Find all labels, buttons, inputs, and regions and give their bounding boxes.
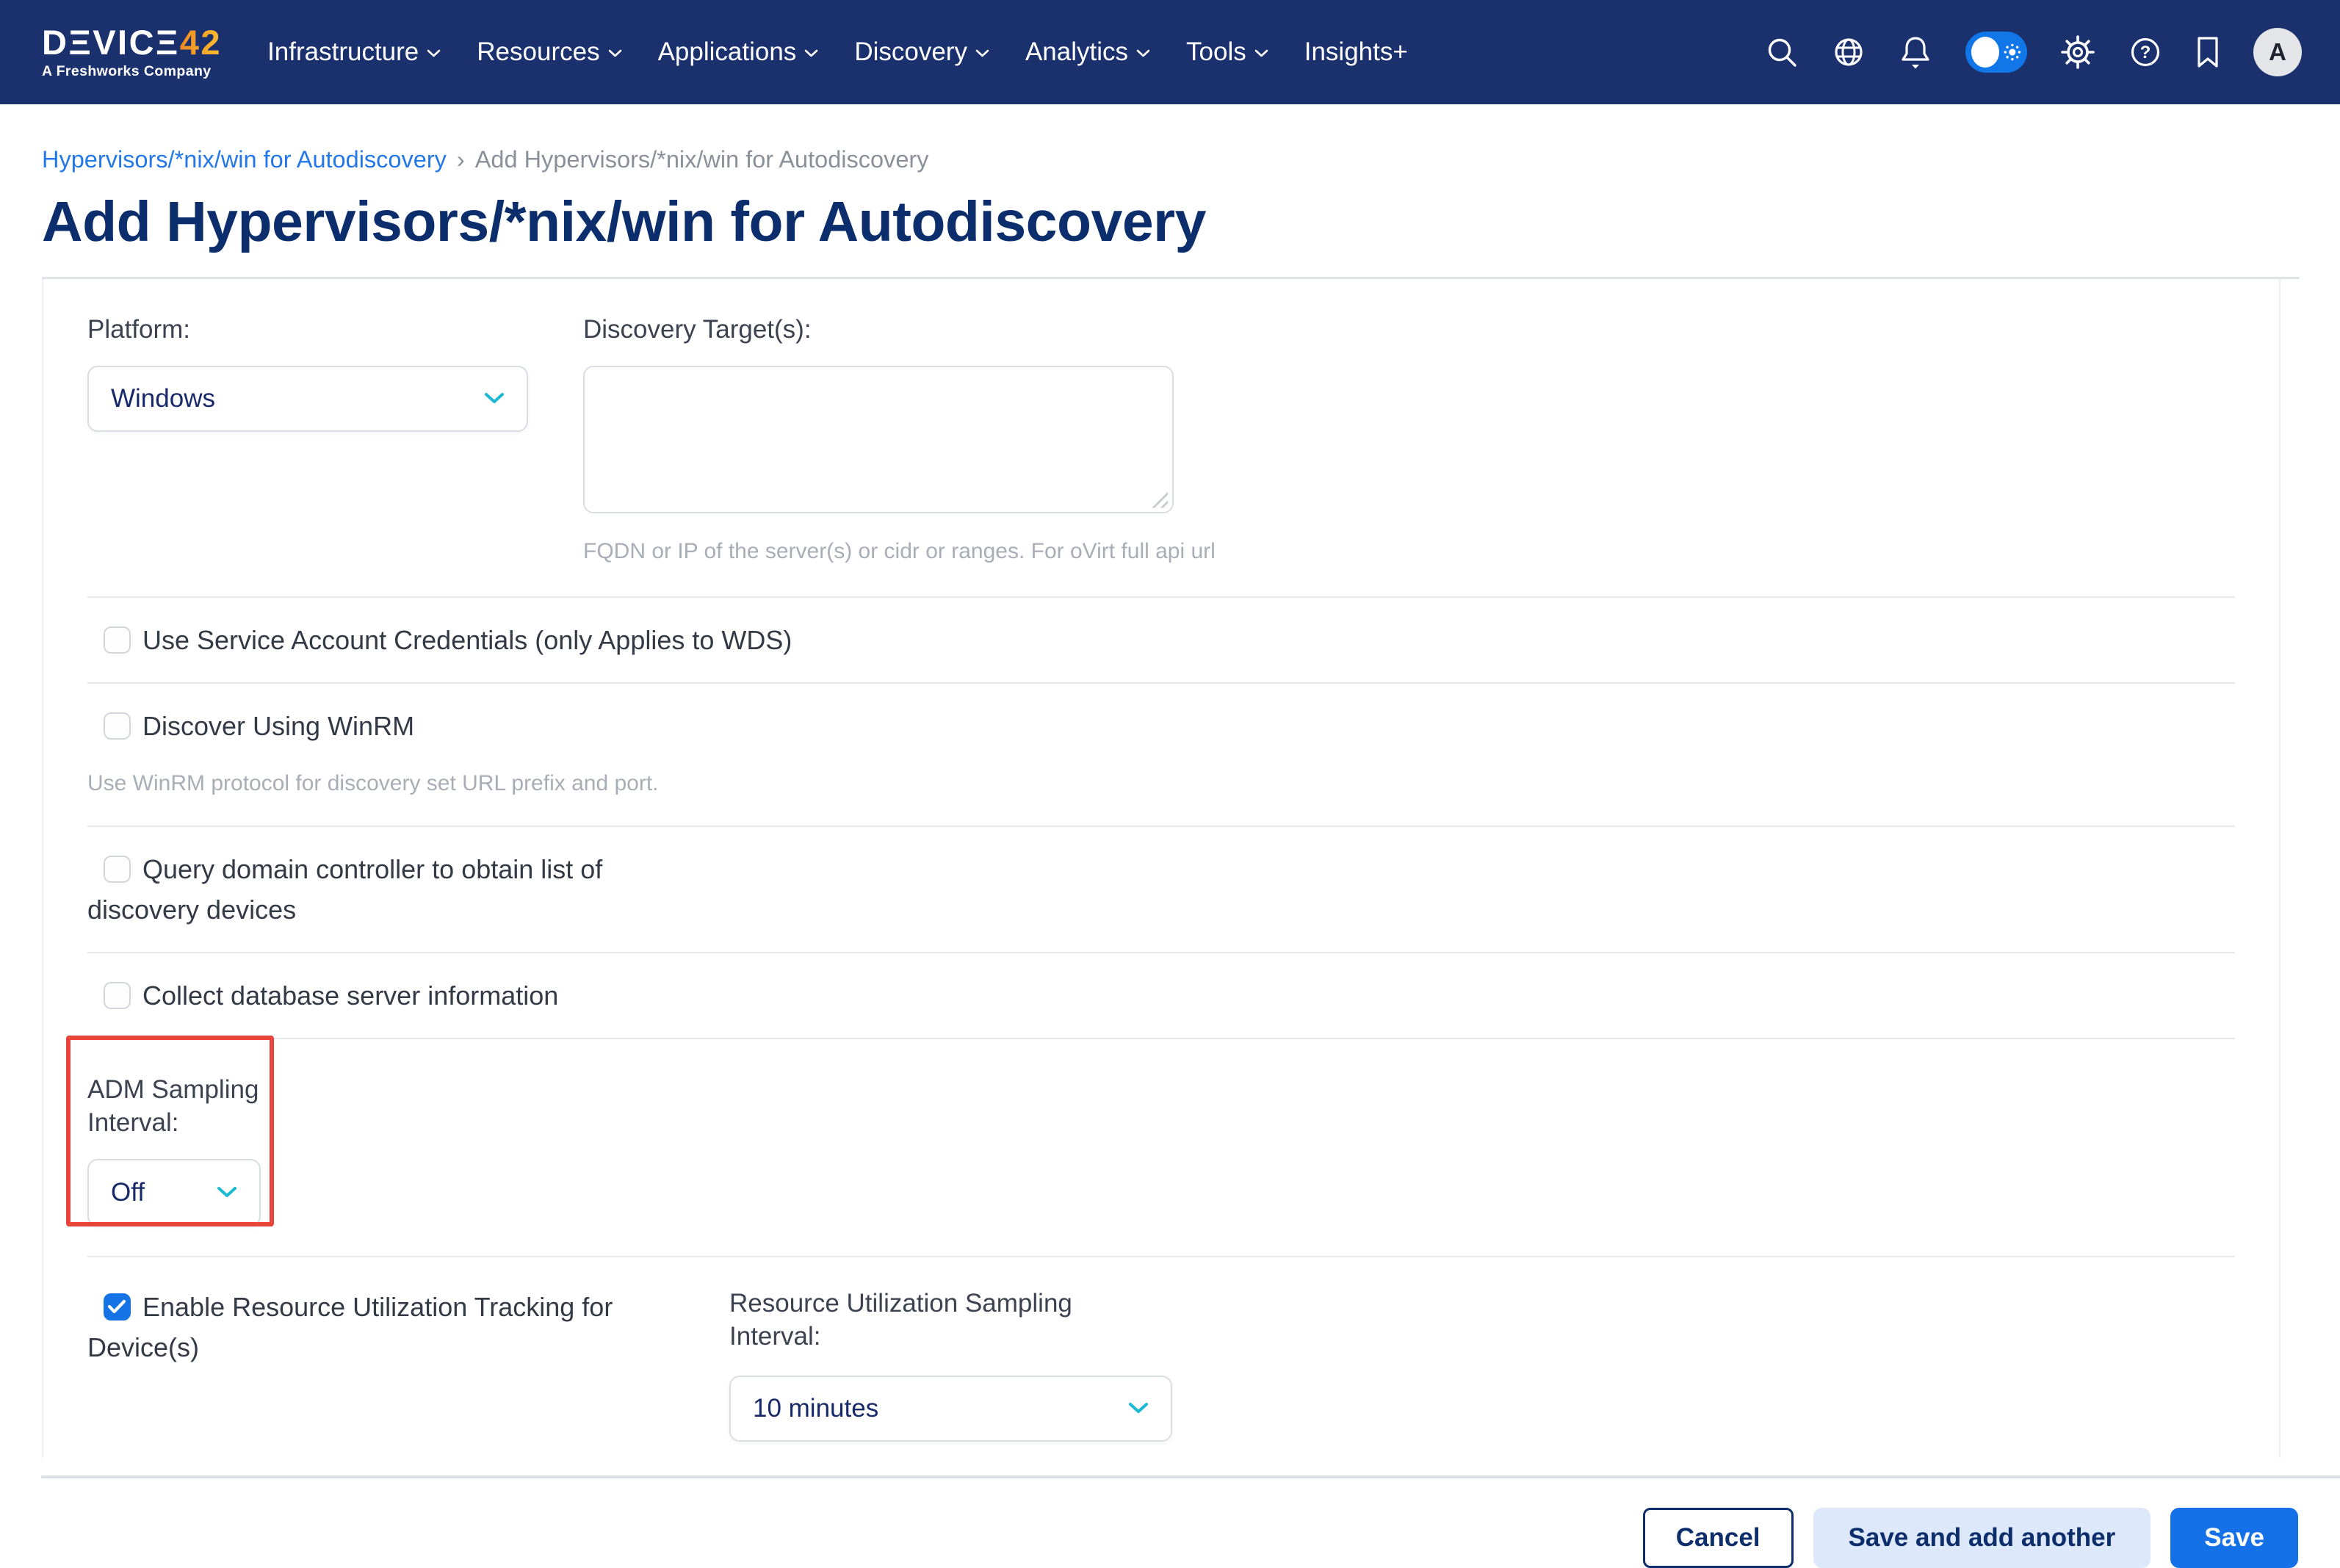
platform-targets-row: Platform: Windows Discovery Target(s): F… — [87, 279, 2235, 596]
chevron-down-icon — [975, 49, 989, 58]
discovery-targets-field-group: Discovery Target(s): FQDN or IP of the s… — [583, 313, 1216, 564]
checkbox-text: Discover Using WinRM — [142, 711, 414, 741]
nav-item-label: Discovery — [854, 37, 967, 67]
platform-select[interactable]: Windows — [87, 366, 528, 432]
sun-icon — [2004, 43, 2021, 62]
chevron-down-icon — [217, 1186, 237, 1199]
footer-divider — [41, 1475, 2340, 1478]
nav-item-label: Applications — [658, 37, 797, 67]
resource-sampling-select-value: 10 minutes — [753, 1394, 878, 1423]
breadcrumb-link-hypervisors[interactable]: Hypervisors/*nix/win for Autodiscovery — [42, 146, 447, 173]
checkbox-text: Enable Resource Utilization Tracking for… — [87, 1292, 613, 1362]
user-avatar[interactable]: A — [2253, 28, 2302, 76]
notifications-bell-icon[interactable] — [1899, 35, 1932, 70]
chevron-down-icon — [484, 392, 505, 405]
winrm-helper: Use WinRM protocol for discovery set URL… — [87, 771, 2235, 796]
bookmark-icon[interactable] — [2195, 35, 2220, 69]
checkbox-text: Collect database server information — [142, 980, 558, 1011]
discovery-targets-helper: FQDN or IP of the server(s) or cidr or r… — [583, 539, 1216, 564]
resource-tracking-group: Enable Resource Utilization Tracking for… — [87, 1287, 729, 1442]
service-account-checkbox[interactable] — [104, 626, 131, 654]
settings-gear-icon[interactable] — [2060, 35, 2095, 70]
query-domain-checkbox-label[interactable]: Query domain controller to obtain list o… — [87, 849, 675, 930]
search-icon[interactable] — [1765, 35, 1799, 69]
header-actions: ? A — [1765, 28, 2302, 76]
nav-item-label: Insights+ — [1304, 37, 1408, 67]
discovery-targets-textarea[interactable] — [583, 366, 1174, 513]
nav-item-resources[interactable]: Resources — [477, 37, 621, 67]
logo-wordmark: DΞVICΞ42 — [42, 25, 222, 59]
svg-text:?: ? — [2140, 43, 2151, 62]
breadcrumb: Hypervisors/*nix/win for Autodiscovery ›… — [42, 146, 2298, 173]
resource-sampling-group: Resource Utilization Sampling Interval: … — [729, 1287, 1172, 1442]
chevron-down-icon — [608, 49, 622, 58]
collect-db-checkbox[interactable] — [104, 982, 131, 1009]
query-domain-row: Query domain controller to obtain list o… — [87, 827, 2235, 952]
resource-tracking-checkbox[interactable] — [104, 1293, 131, 1320]
platform-label: Platform: — [87, 313, 583, 347]
device42-logo[interactable]: DΞVICΞ42 A Freshworks Company — [42, 25, 222, 80]
nav-item-insights[interactable]: Insights+ — [1304, 37, 1408, 67]
form-panel: Platform: Windows Discovery Target(s): F… — [42, 279, 2281, 1458]
help-icon[interactable]: ? — [2128, 35, 2162, 69]
main-menu: Infrastructure Resources Applications Di… — [267, 37, 1408, 67]
winrm-row: Discover Using WinRM Use WinRM protocol … — [87, 684, 2235, 825]
resource-tracking-checkbox-label[interactable]: Enable Resource Utilization Tracking for… — [87, 1287, 675, 1368]
nav-item-label: Analytics — [1025, 37, 1128, 67]
adm-sampling-row: ADM Sampling Interval: Off — [87, 1039, 2235, 1256]
adm-sampling-label: ADM Sampling Interval: — [87, 1073, 271, 1140]
theme-toggle-knob — [1971, 37, 1999, 68]
chevron-down-icon — [427, 49, 441, 58]
logo-text-accent: 42 — [180, 23, 222, 62]
nav-item-analytics[interactable]: Analytics — [1025, 37, 1150, 67]
theme-toggle[interactable] — [1965, 32, 2027, 73]
cancel-button[interactable]: Cancel — [1643, 1508, 1794, 1568]
nav-item-label: Resources — [477, 37, 599, 67]
resource-sampling-select[interactable]: 10 minutes — [729, 1376, 1172, 1442]
page-title: Add Hypervisors/*nix/win for Autodiscove… — [42, 189, 2298, 255]
nav-item-label: Tools — [1186, 37, 1246, 67]
chevron-down-icon — [1128, 1402, 1149, 1415]
chevron-down-icon — [1254, 49, 1268, 58]
winrm-checkbox[interactable] — [104, 712, 131, 740]
resource-sampling-label: Resource Utilization Sampling Interval: — [729, 1287, 1141, 1354]
winrm-checkbox-label[interactable]: Discover Using WinRM — [87, 706, 2235, 746]
nav-item-label: Infrastructure — [267, 37, 419, 67]
platform-field-group: Platform: Windows — [87, 313, 583, 564]
adm-sampling-select-value: Off — [111, 1178, 145, 1207]
footer-actions: Cancel Save and add another Save — [42, 1508, 2298, 1568]
checkbox-text: Query domain controller to obtain list o… — [87, 854, 602, 925]
service-account-checkbox-label[interactable]: Use Service Account Credentials (only Ap… — [87, 620, 2235, 660]
save-button[interactable]: Save — [2170, 1508, 2298, 1568]
query-domain-checkbox[interactable] — [104, 856, 131, 883]
platform-select-value: Windows — [111, 384, 215, 413]
breadcrumb-separator: › — [457, 146, 465, 173]
checkbox-text: Use Service Account Credentials (only Ap… — [142, 625, 792, 655]
chevron-down-icon — [804, 49, 818, 58]
save-and-add-another-button[interactable]: Save and add another — [1813, 1508, 2151, 1568]
globe-icon[interactable] — [1832, 35, 1866, 69]
chevron-down-icon — [1136, 49, 1150, 58]
top-navigation-bar: DΞVICΞ42 A Freshworks Company Infrastruc… — [0, 0, 2340, 104]
resource-utilization-row: Enable Resource Utilization Tracking for… — [87, 1257, 2235, 1443]
avatar-letter: A — [2269, 38, 2286, 66]
nav-item-infrastructure[interactable]: Infrastructure — [267, 37, 441, 67]
discovery-targets-label: Discovery Target(s): — [583, 313, 1216, 347]
collect-db-checkbox-label[interactable]: Collect database server information — [87, 975, 2235, 1016]
adm-sampling-select[interactable]: Off — [87, 1159, 261, 1226]
logo-tagline: A Freshworks Company — [42, 63, 222, 80]
service-account-row: Use Service Account Credentials (only Ap… — [87, 598, 2235, 682]
check-icon — [107, 1298, 126, 1315]
breadcrumb-current: Add Hypervisors/*nix/win for Autodiscove… — [475, 146, 929, 173]
collect-db-row: Collect database server information — [87, 953, 2235, 1038]
nav-item-tools[interactable]: Tools — [1186, 37, 1268, 67]
nav-item-applications[interactable]: Applications — [658, 37, 819, 67]
discovery-targets-wrap — [583, 366, 1174, 517]
logo-text-main: DΞVICΞ — [42, 23, 180, 62]
nav-item-discovery[interactable]: Discovery — [854, 37, 989, 67]
